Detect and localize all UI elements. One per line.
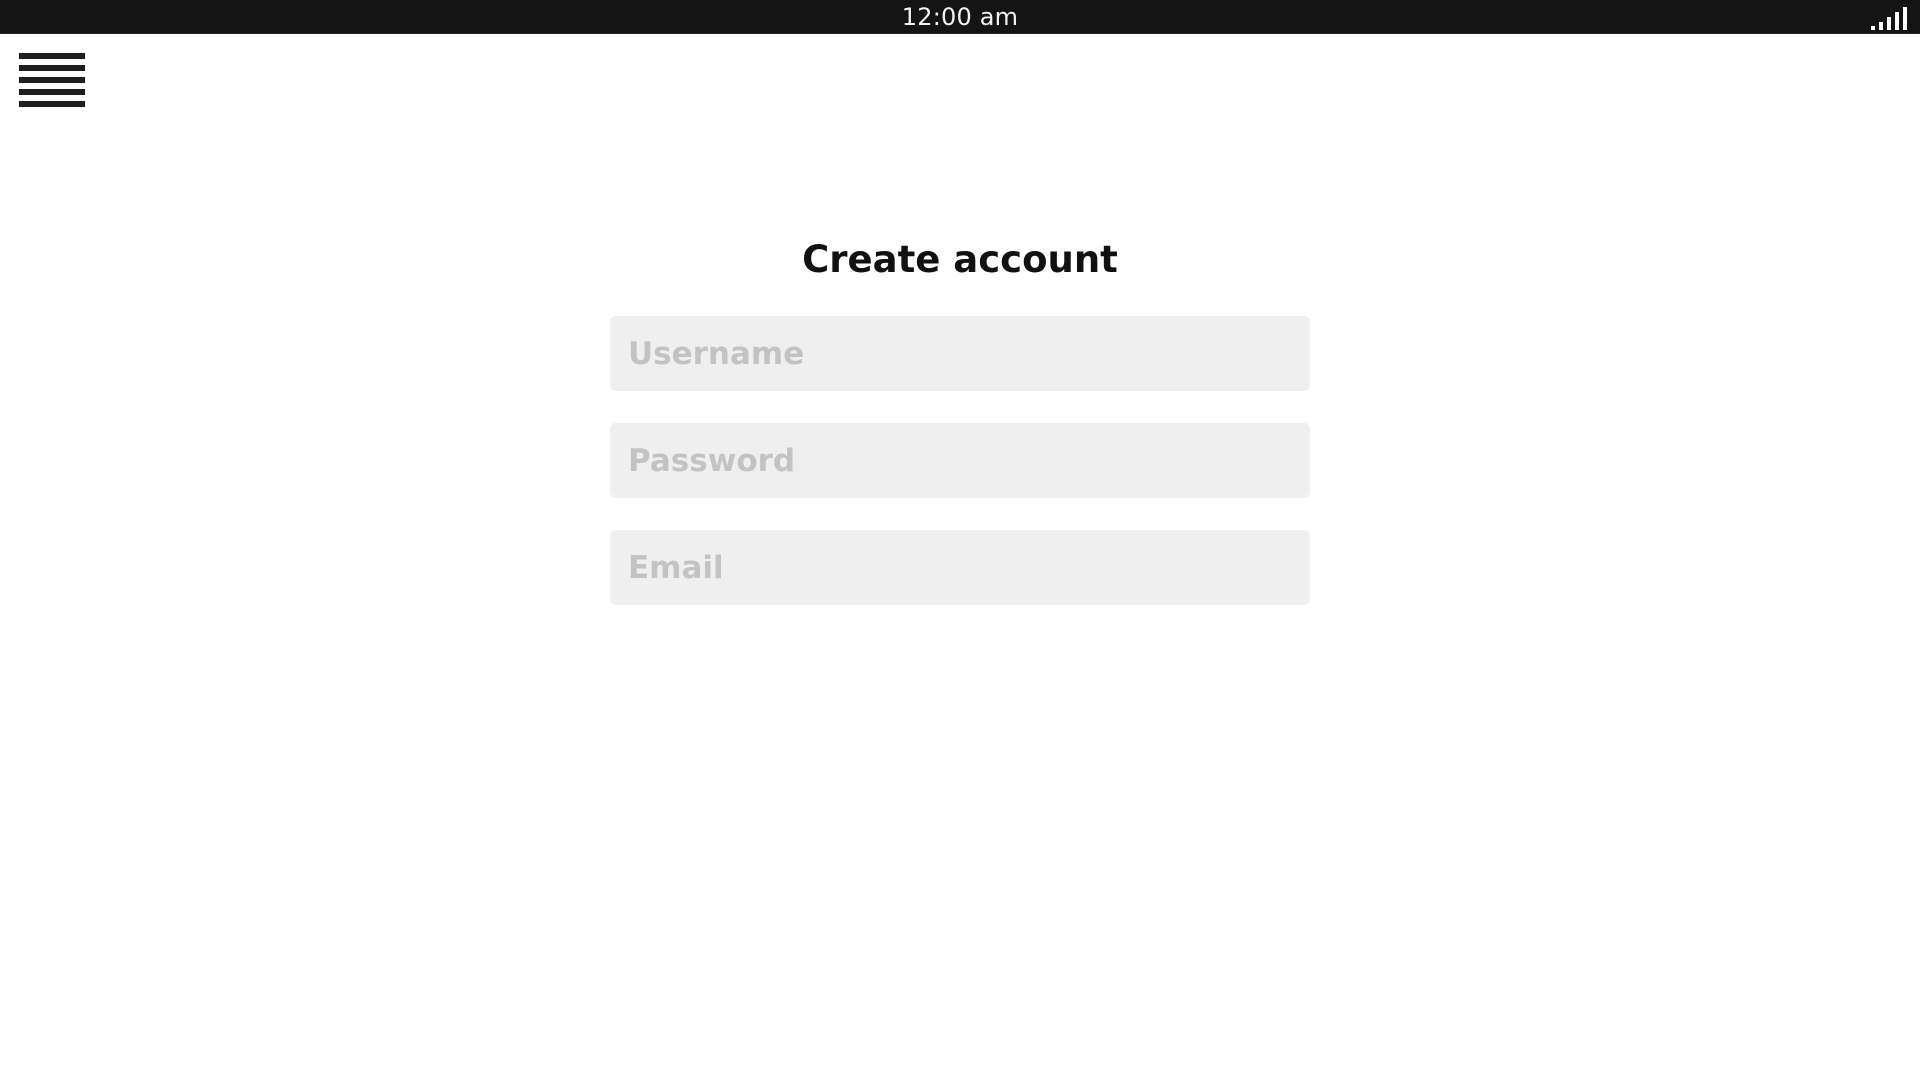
username-input[interactable] [610, 316, 1310, 391]
email-input[interactable] [610, 530, 1310, 605]
password-input[interactable] [610, 423, 1310, 498]
menu-line [19, 77, 85, 83]
page-title: Create account [802, 238, 1118, 281]
status-bar: 12:00 am [0, 0, 1920, 34]
hamburger-menu-icon[interactable] [19, 53, 85, 107]
menu-line [19, 65, 85, 71]
menu-line [19, 101, 85, 107]
menu-line [19, 89, 85, 95]
status-time: 12:00 am [901, 3, 1019, 31]
menu-line [19, 53, 85, 59]
create-account-form: Create account [610, 228, 1310, 605]
signal-strength-icon [1871, 7, 1907, 30]
